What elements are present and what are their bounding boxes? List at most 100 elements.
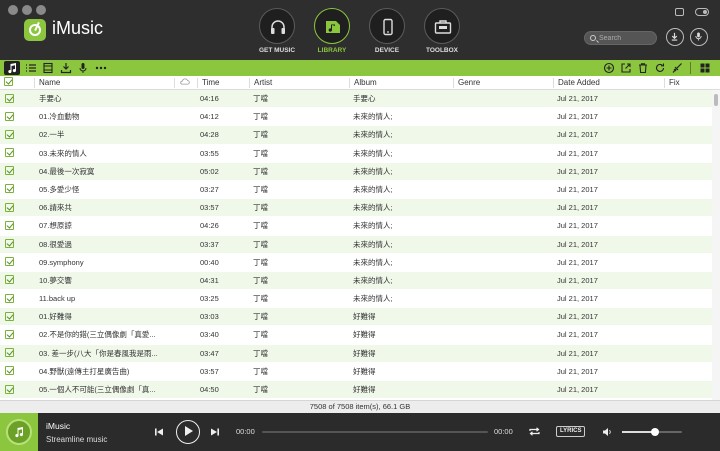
- table-row[interactable]: 02.不是你的錯(三立偶像劇「真愛... 03:40 丁噹 好難得 Jul 21, 20…: [0, 326, 712, 345]
- add-button[interactable]: [603, 62, 615, 74]
- select-all-checkbox[interactable]: [0, 77, 20, 88]
- row-checkbox[interactable]: [5, 236, 15, 254]
- delete-button[interactable]: [637, 62, 649, 74]
- nav-device[interactable]: DEVICE: [364, 8, 410, 54]
- row-checkbox[interactable]: [5, 326, 15, 344]
- music-view-button[interactable]: [4, 61, 20, 75]
- lyrics-button[interactable]: LYRICS: [556, 426, 586, 437]
- table-row[interactable]: 09.symphony 00:40 丁噹 未來的情人; Jul 21, 2017: [0, 253, 712, 272]
- cell-fix: [668, 217, 708, 235]
- window-minimize-button[interactable]: [22, 5, 32, 15]
- column-header-genre[interactable]: Genre: [453, 78, 553, 88]
- previous-track-button[interactable]: [154, 427, 164, 437]
- table-row[interactable]: 01.冷血動物 04:12 丁噹 未來的情人; Jul 21, 2017: [0, 108, 712, 127]
- nav-library[interactable]: LIBRARY: [309, 8, 355, 54]
- scrollbar-track[interactable]: [712, 90, 720, 400]
- row-checkbox[interactable]: [5, 145, 15, 163]
- row-checkbox[interactable]: [5, 217, 15, 235]
- column-header-artist[interactable]: Artist: [249, 78, 349, 88]
- next-track-button[interactable]: [210, 427, 220, 437]
- music-note-icon: [8, 63, 17, 74]
- cell-genre: [457, 254, 552, 272]
- fix-button[interactable]: [671, 62, 683, 74]
- search-box[interactable]: [584, 31, 657, 45]
- window-zoom-button[interactable]: [36, 5, 46, 15]
- row-checkbox[interactable]: [5, 345, 15, 363]
- row-checkbox[interactable]: [5, 290, 15, 308]
- cell-date-added: Jul 21, 2017: [557, 385, 598, 394]
- search-icon: [590, 35, 596, 41]
- cell-genre: [457, 308, 552, 326]
- scrollbar-thumb[interactable]: [714, 94, 718, 106]
- column-header-fix[interactable]: Fix: [664, 78, 712, 88]
- row-checkbox[interactable]: [5, 381, 15, 399]
- column-header-album[interactable]: Album: [349, 78, 453, 88]
- table-row[interactable]: 04.野獸(遠傳主打星廣告曲) 03:57 丁噹 好難得 Jul 21, 2017: [0, 362, 712, 381]
- refresh-button[interactable]: [654, 62, 666, 74]
- download-button[interactable]: [666, 28, 684, 46]
- search-input[interactable]: [599, 33, 655, 44]
- mini-player-icon[interactable]: [675, 8, 684, 16]
- nav-toolbox[interactable]: TOOLBOX: [419, 8, 465, 54]
- cell-album: 未來的情人;: [353, 221, 393, 231]
- table-row[interactable]: 07.想原諒 04:26 丁噹 未來的情人; Jul 21, 2017: [0, 217, 712, 236]
- column-header-time[interactable]: Time: [197, 78, 249, 88]
- track-subtitle: Streamline music: [46, 435, 108, 444]
- column-header-date-added[interactable]: Date Added: [553, 78, 664, 88]
- table-row[interactable]: 02.一半 04:28 丁噹 未來的情人; Jul 21, 2017: [0, 126, 712, 145]
- volume-knob[interactable]: [651, 428, 659, 436]
- seek-slider[interactable]: [262, 431, 488, 433]
- row-checkbox[interactable]: [5, 163, 15, 181]
- row-checkbox[interactable]: [5, 363, 15, 381]
- play-button[interactable]: [176, 420, 200, 444]
- album-art[interactable]: [0, 413, 38, 451]
- row-checkbox[interactable]: [5, 181, 15, 199]
- row-checkbox[interactable]: [5, 254, 15, 272]
- table-row[interactable]: 03. 差一步(八大「你是春風我是雨... 03:47 丁噹 好難得 Jul 21, 2…: [0, 344, 712, 363]
- grid-view-button[interactable]: [699, 62, 711, 74]
- row-checkbox[interactable]: [5, 199, 15, 217]
- export-button[interactable]: [620, 62, 632, 74]
- table-row[interactable]: 05.一個人不可能(三立偶像劇「真... 04:50 丁噹 好難得 Jul 21, 20…: [0, 381, 712, 400]
- window-close-button[interactable]: [8, 5, 18, 15]
- cell-artist: 丁噹: [253, 348, 268, 358]
- row-checkbox[interactable]: [5, 272, 15, 290]
- cell-album: 好難得: [353, 366, 376, 376]
- column-header-name[interactable]: Name: [34, 78, 174, 88]
- nav-get-music[interactable]: GET MUSIC: [254, 8, 300, 54]
- row-checkbox[interactable]: [5, 126, 15, 144]
- row-checkbox[interactable]: [5, 90, 15, 108]
- column-header-cloud[interactable]: [174, 78, 196, 88]
- cell-name: 07.想原諒: [39, 221, 72, 231]
- playlist-button[interactable]: [25, 62, 37, 74]
- table-row[interactable]: 10.夢交響 04:31 丁噹 未來的情人; Jul 21, 2017: [0, 271, 712, 291]
- more-button[interactable]: [95, 62, 107, 74]
- cell-fix: [668, 108, 708, 126]
- cell-date-added: Jul 21, 2017: [557, 94, 598, 103]
- volume-icon[interactable]: [602, 427, 612, 437]
- table-row[interactable]: 06.請來共 03:57 丁噹 未來的情人; Jul 21, 2017: [0, 199, 712, 218]
- table-row[interactable]: 04.最後一次寂寞 05:02 丁噹 未來的情人; Jul 21, 2017: [0, 162, 712, 181]
- downloads-button[interactable]: [60, 62, 72, 74]
- cell-name: 05.一個人不可能(三立偶像劇「真...: [39, 385, 156, 394]
- table-row[interactable]: 03.未來的情人 03:55 丁噹 未來的情人; Jul 21, 2017: [0, 144, 712, 163]
- record-button[interactable]: [690, 28, 708, 46]
- table-row[interactable]: 11.back up 03:25 丁噹 未來的情人; Jul 21, 2017: [0, 290, 712, 309]
- cell-fix: [668, 254, 708, 272]
- row-checkbox[interactable]: [5, 308, 15, 326]
- repeat-icon[interactable]: [528, 426, 541, 437]
- cell-name: 11.back up: [39, 294, 76, 304]
- video-button[interactable]: [42, 62, 54, 74]
- table-row[interactable]: 05.多愛少怪 03:27 丁噹 未來的情人; Jul 21, 2017: [0, 180, 712, 200]
- row-checkbox[interactable]: [5, 108, 15, 126]
- volume-slider[interactable]: [622, 428, 682, 436]
- table-row[interactable]: 手要心 04:16 丁噹 手要心 Jul 21, 2017: [0, 90, 712, 109]
- cell-date-added: Jul 21, 2017: [557, 257, 598, 267]
- more-icon: [95, 66, 107, 70]
- table-row[interactable]: 01.好難得 03:03 丁噹 好難得 Jul 21, 2017: [0, 308, 712, 327]
- table-row[interactable]: 08.很愛過 03:37 丁噹 未來的情人; Jul 21, 2017: [0, 235, 712, 254]
- recordings-button[interactable]: [77, 62, 89, 74]
- grid-icon: [700, 63, 710, 73]
- cell-name: 03. 差一步(八大「你是春風我是雨...: [39, 348, 158, 358]
- toggle-icon[interactable]: [695, 8, 709, 16]
